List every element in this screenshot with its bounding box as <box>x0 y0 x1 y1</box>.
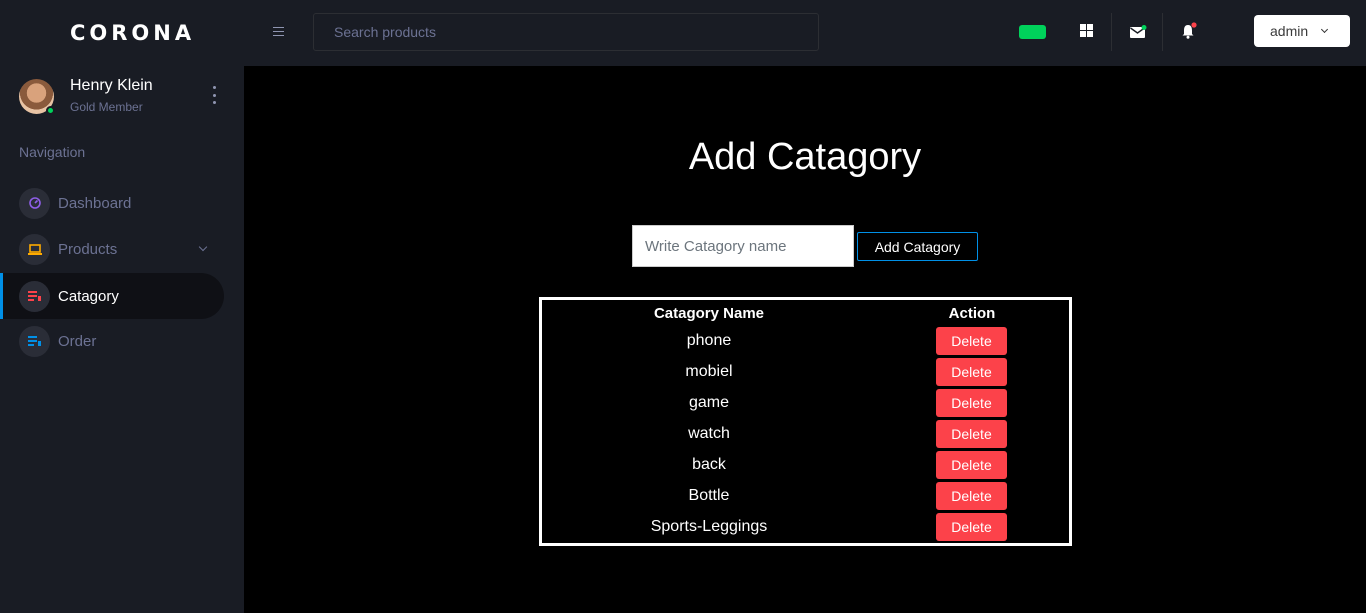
more-options-icon[interactable] <box>207 86 221 104</box>
sidebar-item-order[interactable]: Order <box>0 318 224 364</box>
sidebar-item-catagory[interactable]: Catagory <box>0 273 224 319</box>
catagory-name-cell: phone <box>686 332 732 349</box>
catagory-name-input[interactable] <box>632 225 854 267</box>
catagory-table: Catagory Name Action phone Delete mobiel… <box>539 297 1072 546</box>
table-row: Sports-Leggings Delete <box>542 513 1069 541</box>
chevron-down-icon <box>1320 25 1329 34</box>
delete-button[interactable]: Delete <box>936 358 1007 386</box>
delete-button[interactable]: Delete <box>936 420 1007 448</box>
mail-icon[interactable] <box>1130 25 1147 44</box>
nav-title: Navigation <box>19 144 86 160</box>
column-header: Catagory Name <box>653 305 765 322</box>
sidebar-item-label: Dashboard <box>58 194 132 212</box>
delete-button[interactable]: Delete <box>936 389 1007 417</box>
delete-button[interactable]: Delete <box>936 327 1007 355</box>
sidebar-item-label: Catagory <box>58 287 119 305</box>
table-row: phone Delete <box>542 327 1069 355</box>
laptop-icon <box>19 233 50 265</box>
sidebar: CORONA Henry Klein Gold Member Navigatio… <box>0 0 244 613</box>
catagory-name-cell: Sports-Leggings <box>650 518 768 535</box>
sidebar-item-products[interactable]: Products <box>0 226 224 272</box>
sidebar-item-label: Products <box>58 240 118 258</box>
catagory-name-cell: back <box>692 456 726 473</box>
delete-button[interactable]: Delete <box>936 451 1007 479</box>
chevron-down-icon <box>198 242 208 252</box>
search-input[interactable] <box>313 13 819 51</box>
user-menu-label: admin <box>1270 23 1309 39</box>
table-row: back Delete <box>542 451 1069 479</box>
profile-name: Henry Klein <box>70 77 153 94</box>
delete-button[interactable]: Delete <box>936 482 1007 510</box>
profile-subtitle: Gold Member <box>70 100 143 114</box>
table-row: Bottle Delete <box>542 482 1069 510</box>
page-title: Add Catagory <box>688 136 922 178</box>
profile: Henry Klein Gold Member <box>0 66 244 126</box>
column-header: Action <box>948 305 996 322</box>
list-icon <box>19 325 50 357</box>
divider <box>1162 13 1163 51</box>
table-row: game Delete <box>542 389 1069 417</box>
speedometer-icon <box>19 187 50 219</box>
sidebar-item-label: Order <box>58 332 97 350</box>
avatar[interactable] <box>19 79 55 115</box>
catagory-name-cell: game <box>688 394 730 411</box>
create-button[interactable] <box>1019 25 1046 39</box>
table-row: mobiel Delete <box>542 358 1069 386</box>
user-menu-button[interactable]: admin <box>1254 15 1350 47</box>
sidebar-item-dashboard[interactable]: Dashboard <box>0 180 224 226</box>
online-status-dot <box>46 106 55 115</box>
catagory-name-cell: mobiel <box>685 363 733 380</box>
add-catagory-button[interactable]: Add Catagory <box>857 232 978 261</box>
playlist-icon <box>19 280 50 312</box>
bell-icon[interactable] <box>1181 22 1198 44</box>
catagory-name-cell: watch <box>688 425 730 442</box>
topbar: admin <box>244 0 1366 66</box>
delete-button[interactable]: Delete <box>936 513 1007 541</box>
menu-toggle-icon[interactable] <box>273 27 284 36</box>
catagory-name-cell: Bottle <box>688 487 730 504</box>
brand-logo[interactable]: CORONA <box>0 0 244 66</box>
table-row: watch Delete <box>542 420 1069 448</box>
grid-icon[interactable] <box>1080 24 1093 37</box>
divider <box>1111 13 1112 51</box>
